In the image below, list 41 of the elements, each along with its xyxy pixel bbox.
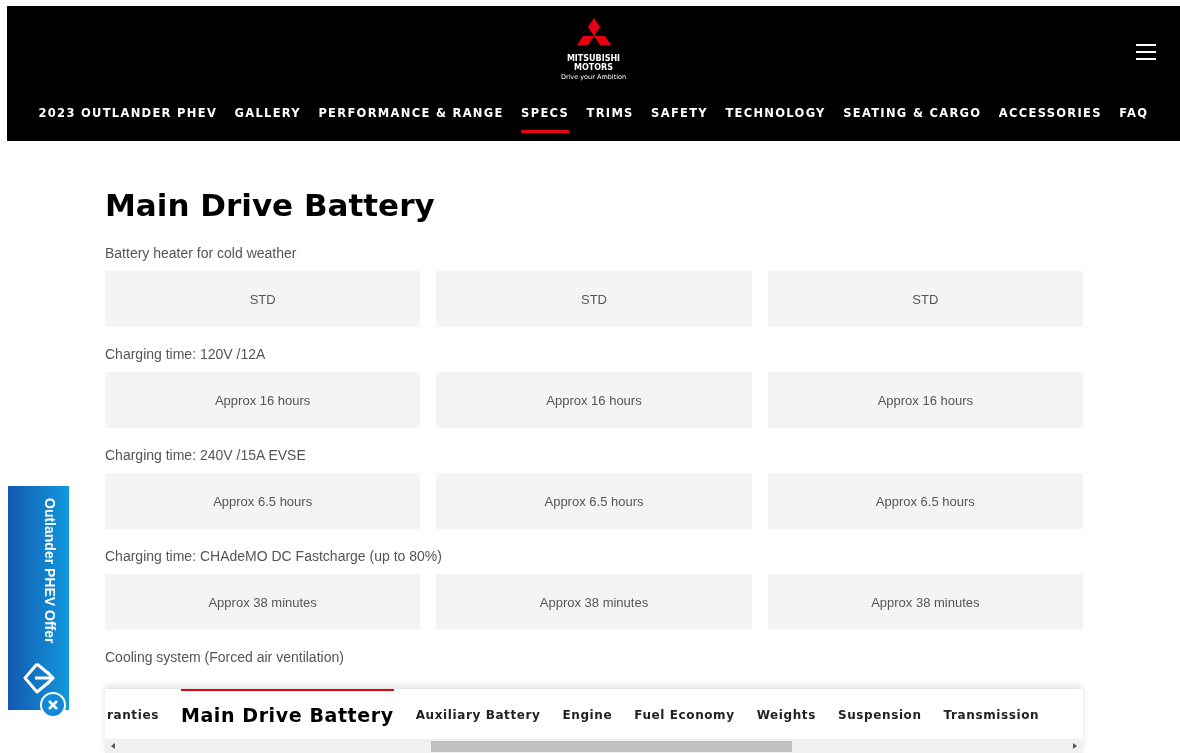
spec-value: Approx 6.5 hours: [767, 473, 1083, 529]
section-tab[interactable]: Auxiliary Battery: [415, 689, 541, 739]
section-tab[interactable]: Weights: [756, 689, 816, 739]
spec-value: STD: [436, 271, 752, 327]
spec-value: Approx 16 hours: [436, 372, 752, 428]
spec-label: Charging time: CHAdeMO DC Fastcharge (up to 80%): [105, 548, 443, 564]
spec-value: STD: [767, 271, 1083, 327]
spec-label: Charging time: 120V /12A: [105, 346, 267, 362]
spec-value: Approx 38 minutes: [105, 574, 421, 630]
nav-link[interactable]: 2023 OUTLANDER PHEV: [38, 106, 218, 133]
spec-label: Battery heater for cold weather: [105, 245, 298, 261]
scrollbar[interactable]: [105, 739, 1083, 753]
nav-link[interactable]: SEATING & CARGO: [843, 106, 982, 133]
section-tab[interactable]: Engine: [562, 689, 613, 739]
spec-value: Approx 38 minutes: [767, 574, 1083, 630]
nav-link[interactable]: SAFETY: [651, 106, 708, 133]
spec-value: Approx 16 hours: [105, 372, 421, 428]
section-tab[interactable]: Suspension: [837, 689, 922, 739]
close-icon[interactable]: [40, 692, 66, 718]
spec-value: Approx 16 hours: [767, 372, 1083, 428]
section-tab[interactable]: ranties: [107, 689, 159, 739]
spec-label: Charging time: 240V /15A EVSE: [105, 447, 307, 463]
nav-link[interactable]: SPECS: [521, 106, 570, 133]
nav-link[interactable]: FAQ: [1119, 106, 1149, 133]
section-tab[interactable]: Fuel Economy: [634, 689, 735, 739]
nav-link[interactable]: TRIMS: [586, 106, 634, 133]
section-title: Main Drive Battery: [105, 187, 436, 223]
section-tab[interactable]: Transmission: [943, 689, 1040, 739]
nav-link[interactable]: ACCESSORIES: [998, 106, 1102, 133]
spec-value: Approx 6.5 hours: [436, 473, 752, 529]
menu-icon[interactable]: [1136, 43, 1156, 61]
nav-link[interactable]: PERFORMANCE & RANGE: [318, 106, 504, 133]
spec-value: Approx 38 minutes: [436, 574, 752, 630]
spec-label: Cooling system (Forced air ventilation): [105, 649, 345, 665]
spec-value: STD: [105, 271, 421, 327]
offer-tab[interactable]: Outlander PHEV Offer: [8, 486, 69, 710]
nav-link[interactable]: GALLERY: [234, 106, 301, 133]
brand-name: MOTORS: [574, 63, 613, 72]
nav-link[interactable]: TECHNOLOGY: [725, 106, 826, 133]
brand-name: MITSUBISHI: [566, 54, 621, 63]
spec-value: Approx 6.5 hours: [105, 473, 421, 529]
